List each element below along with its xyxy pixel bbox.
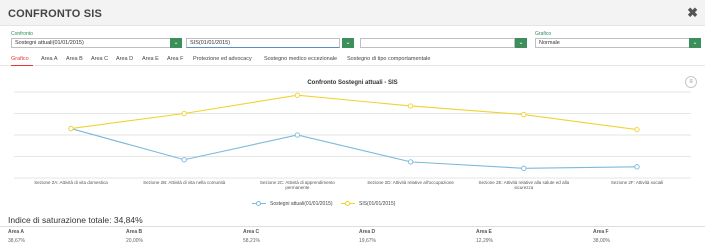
chevron-down-icon[interactable]: ⌄ (170, 38, 182, 48)
tab-area-e[interactable]: Area E (142, 56, 159, 62)
legend-marker-series-1 (256, 201, 261, 206)
data-point (294, 132, 301, 138)
select-compare-1[interactable]: Sostegni attuali(01/01/2015) (11, 38, 175, 48)
x-tick-label: Sezione 2A: Attività di vita domestica (34, 180, 108, 185)
close-icon[interactable]: ✖ (687, 6, 698, 19)
summary-header: Area B (126, 229, 143, 235)
summary-divider (0, 226, 705, 227)
summary-value: 20,00% (126, 238, 143, 244)
tab-bar: Grafico Area A Area B Area C Area D Area… (0, 53, 705, 66)
series-line-2 (70, 94, 638, 131)
x-tick-label: Sezione 2E: Attività relative alla salut… (478, 180, 570, 190)
data-point (407, 159, 414, 165)
active-tab-indicator (11, 65, 33, 66)
dialog-header: CONFRONTO SIS ✖ (0, 0, 705, 26)
x-tick-label: Sezione 2B: Attività di vita nella comun… (143, 180, 226, 185)
select-compare-2[interactable]: SIS(01/01/2015) (186, 38, 340, 48)
summary-value: 38,00% (593, 238, 610, 244)
summary-value: 19,67% (359, 238, 376, 244)
grafico-label: Grafico (535, 31, 552, 37)
line-chart (14, 91, 691, 179)
tab-sostegno-medico[interactable]: Sostegno medico eccezionale (264, 56, 337, 62)
tab-area-c[interactable]: Area C (91, 56, 108, 62)
data-point (407, 103, 414, 109)
data-point (521, 111, 527, 118)
select-compare-3[interactable] (360, 38, 515, 48)
summary-value: 58,21% (243, 238, 260, 244)
legend-marker-series-2 (345, 201, 350, 206)
data-point (521, 165, 527, 171)
chevron-down-icon[interactable]: ⌄ (342, 38, 354, 48)
legend-series-1[interactable]: Sostegni attuali(01/01/2015) (270, 201, 333, 207)
tab-sostegno-comportamentale[interactable]: Sostegno di tipo comportamentale (347, 56, 430, 62)
confronto-label: Confronto (11, 31, 33, 37)
data-point (181, 110, 187, 117)
data-point (181, 157, 187, 163)
tab-area-f[interactable]: Area F (167, 56, 184, 62)
tab-area-a[interactable]: Area A (41, 56, 58, 62)
x-tick-label: Sezione 2C: Attività di apprendimento pe… (259, 180, 335, 190)
chevron-down-icon[interactable]: ⌄ (515, 38, 527, 48)
dialog-title: CONFRONTO SIS (8, 8, 103, 20)
tab-area-b[interactable]: Area B (66, 56, 83, 62)
data-point (634, 164, 640, 170)
x-tick-label: Sezione 2D: Attività relative all'occupa… (367, 180, 454, 185)
data-point (68, 125, 74, 132)
summary-value: 38,67% (8, 238, 25, 244)
select-chart-type[interactable]: Normale (535, 38, 690, 48)
summary-header: Area A (8, 229, 24, 235)
summary-value: 12,29% (476, 238, 493, 244)
chevron-down-icon[interactable]: ⌄ (689, 38, 701, 48)
tab-protezione[interactable]: Protezione ed advocacy (193, 56, 252, 62)
summary-header: Area C (243, 229, 260, 235)
summary-header: Area E (476, 229, 492, 235)
summary-header: Area F (593, 229, 609, 235)
summary-header: Area D (359, 229, 376, 235)
saturation-index: Indice di saturazione totale: 34,84% (8, 215, 143, 225)
data-point (294, 92, 301, 98)
x-tick-label: Sezione 2F: Attività sociali (610, 180, 664, 185)
legend-series-2[interactable]: SIS(01/01/2015) (359, 201, 395, 207)
data-point (634, 126, 640, 133)
tab-grafico[interactable]: Grafico (11, 56, 29, 62)
tab-area-d[interactable]: Area D (116, 56, 133, 62)
